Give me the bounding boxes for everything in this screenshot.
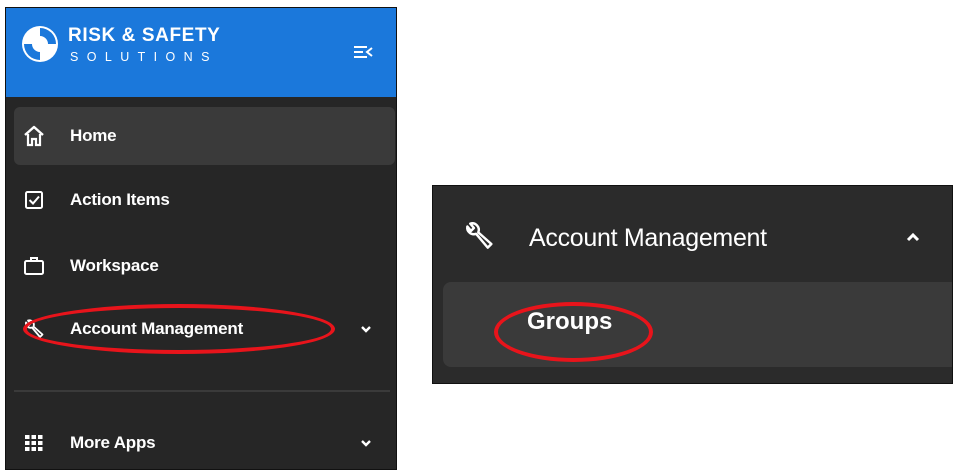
chevron-down-icon[interactable] [359,436,373,450]
sidebar: RISK & SAFETY SOLUTIONS Home Action Item… [5,7,397,470]
menu-item-account-management[interactable]: Account Management [433,186,952,280]
expanded-menu-zoom: Account Management Groups [432,185,953,384]
grid-icon [25,435,43,451]
home-icon [24,125,44,147]
collapse-sidebar-icon[interactable] [353,42,373,62]
sidebar-item-account-management[interactable]: Account Management [6,300,396,358]
sidebar-item-more-apps[interactable]: More Apps [6,414,396,469]
sidebar-item-label: Action Items [70,190,170,209]
brand-subtitle: SOLUTIONS [70,50,218,64]
sidebar-item-label: Workspace [70,256,159,275]
sidebar-item-label: Home [70,126,117,145]
chevron-up-icon[interactable] [904,228,922,246]
submenu-item-label: Groups [527,308,613,335]
brand-logo-icon [22,26,58,62]
sidebar-item-workspace[interactable]: Workspace [6,237,396,295]
wrench-icon [466,222,493,249]
submenu-item-groups[interactable]: Groups [443,282,952,367]
sidebar-item-home[interactable]: Home [14,107,395,165]
sidebar-item-action-items[interactable]: Action Items [6,171,396,229]
chevron-down-icon[interactable] [359,322,373,336]
divider [14,390,390,392]
menu-item-label: Account Management [529,224,767,252]
briefcase-icon [24,257,44,275]
sidebar-item-label: Account Management [70,319,244,338]
sidebar-item-label: More Apps [70,433,156,452]
brand-name: RISK & SAFETY [68,25,221,46]
checkbox-icon [25,191,43,209]
brand-header: RISK & SAFETY SOLUTIONS [6,8,396,97]
wrench-icon [25,319,44,338]
